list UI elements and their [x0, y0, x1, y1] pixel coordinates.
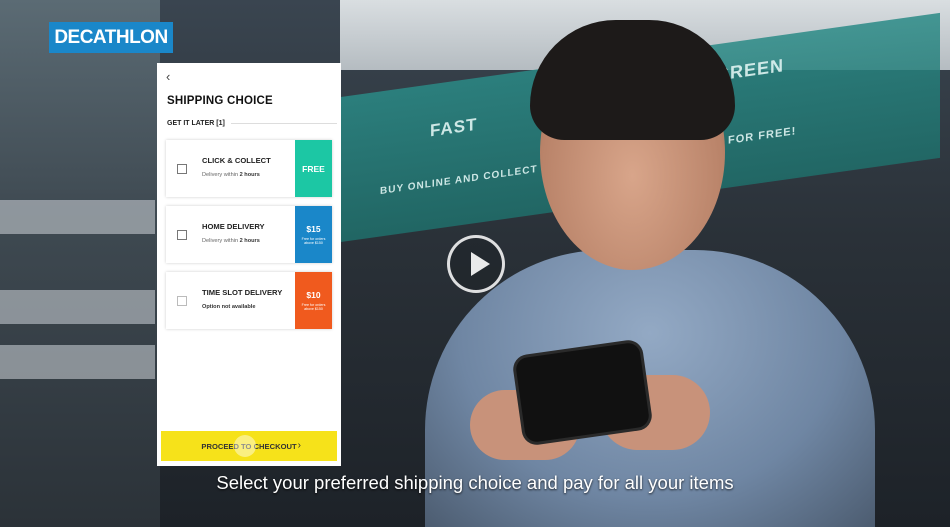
price-label: FREE [302, 163, 325, 174]
price-tag: $15 Free for orders above $150 [295, 206, 332, 263]
price-note: Free for orders above $150 [301, 303, 326, 311]
shelf [0, 290, 155, 324]
store-shelves [0, 0, 160, 527]
video-frame: FAST BUY ONLINE AND COLLECT GREEN FOR FR… [0, 0, 950, 527]
shelf [0, 200, 155, 234]
option-title: TIME SLOT DELIVERY [202, 288, 283, 297]
option-subtitle: Delivery within 2 hours [202, 172, 260, 178]
shipping-option-click-collect[interactable]: CLICK & COLLECT Delivery within 2 hours … [166, 140, 332, 197]
smartphone [514, 341, 651, 444]
option-checkbox[interactable] [177, 296, 187, 306]
option-title: CLICK & COLLECT [202, 156, 271, 165]
play-icon [471, 252, 490, 276]
price-tag: FREE [295, 140, 332, 197]
play-button[interactable] [447, 235, 505, 293]
page-title: SHIPPING CHOICE [167, 95, 273, 107]
option-title: HOME DELIVERY [202, 222, 265, 231]
option-checkbox[interactable] [177, 164, 187, 174]
option-subtitle: Delivery within 2 hours [202, 238, 260, 244]
option-checkbox[interactable] [177, 230, 187, 240]
video-caption: Select your preferred shipping choice an… [216, 472, 734, 493]
logo-text: DECATHLON [54, 26, 168, 48]
section-label: GET IT LATER [1] [167, 120, 225, 127]
price-tag: $10 Free for orders above $150 [295, 272, 332, 329]
option-subtitle: Option not available [202, 304, 256, 310]
divider [230, 123, 337, 124]
price-label: $10 [306, 290, 321, 300]
shelf [0, 345, 155, 379]
chevron-right-icon: › [297, 440, 301, 451]
decathlon-logo: DECATHLON [49, 22, 173, 53]
shipping-option-time-slot[interactable]: TIME SLOT DELIVERY Option not available … [166, 272, 332, 329]
section-header: GET IT LATER [1] [167, 120, 337, 127]
shipping-option-home-delivery[interactable]: HOME DELIVERY Delivery within 2 hours $1… [166, 206, 332, 263]
shipping-choice-screen: ‹ SHIPPING CHOICE GET IT LATER [1] CLICK… [157, 63, 341, 466]
chevron-left-icon[interactable]: ‹ [166, 69, 170, 84]
price-label: $15 [306, 224, 321, 234]
price-note: Free for orders above $150 [301, 237, 326, 245]
proceed-to-checkout-button[interactable]: PROCEED TO CHECKOUT › [161, 431, 337, 461]
tap-indicator [234, 435, 256, 457]
